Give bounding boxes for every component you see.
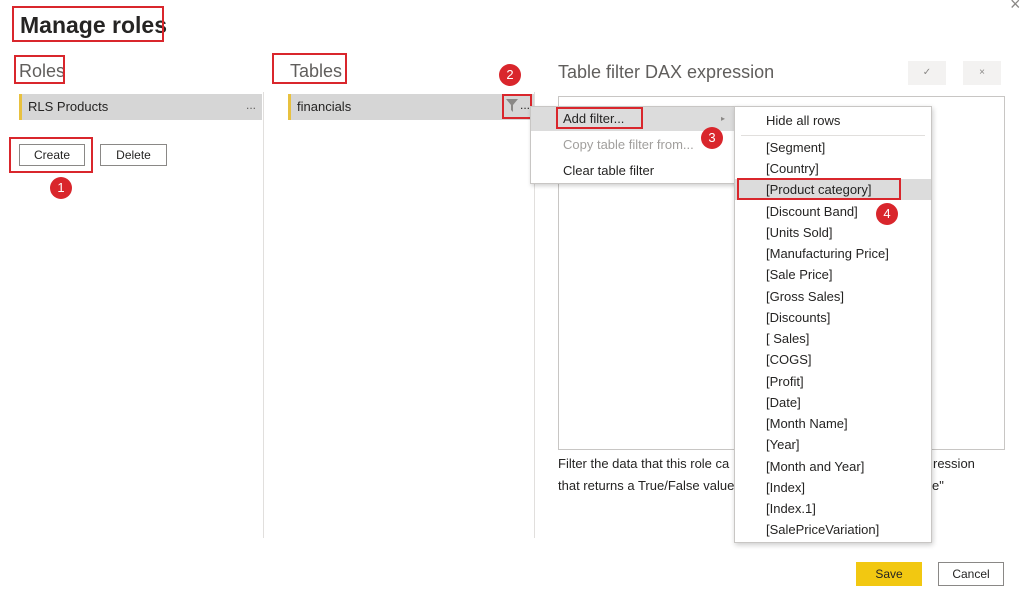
annotation-box-tables bbox=[272, 53, 347, 84]
annotation-badge-3: 3 bbox=[701, 127, 723, 149]
annotation-box-add-filter bbox=[556, 107, 643, 129]
dax-description-line2-right: e" bbox=[932, 478, 944, 493]
dax-description-line1-left: Filter the data that this role ca bbox=[558, 456, 730, 471]
submenu-item[interactable]: [Manufacturing Price] bbox=[735, 243, 931, 264]
role-item-label: RLS Products bbox=[28, 99, 109, 114]
submenu-item[interactable]: [Index] bbox=[735, 477, 931, 498]
submenu-item[interactable]: [Date] bbox=[735, 392, 931, 413]
save-button[interactable]: Save bbox=[856, 562, 922, 586]
confirm-check-icon[interactable]: ✓ bbox=[908, 61, 946, 85]
submenu-item[interactable]: [Gross Sales] bbox=[735, 286, 931, 307]
annotation-box-title bbox=[12, 6, 164, 42]
annotation-box-create bbox=[9, 137, 93, 173]
annotation-badge-4: 4 bbox=[876, 203, 898, 225]
table-item-financials[interactable]: financials bbox=[288, 94, 534, 120]
menu-item-clear-table-filter[interactable]: Clear table filter bbox=[531, 159, 737, 183]
submenu-divider bbox=[741, 135, 925, 136]
close-icon[interactable]: × bbox=[1010, 0, 1021, 15]
submenu-item[interactable]: [Units Sold] bbox=[735, 222, 931, 243]
annotation-badge-2: 2 bbox=[499, 64, 521, 86]
column-divider-1 bbox=[263, 92, 264, 538]
submenu-item[interactable]: [Month Name] bbox=[735, 413, 931, 434]
table-item-label: financials bbox=[297, 99, 352, 114]
submenu-item[interactable]: [Year] bbox=[735, 434, 931, 455]
annotation-badge-1: 1 bbox=[50, 177, 72, 199]
role-more-icon[interactable]: ... bbox=[246, 92, 256, 118]
submenu-item[interactable]: Hide all rows bbox=[735, 110, 931, 131]
submenu-item[interactable]: [Month and Year] bbox=[735, 456, 931, 477]
submenu-item[interactable]: [SalePriceVariation] bbox=[735, 519, 931, 540]
submenu-item[interactable]: [Sale Price] bbox=[735, 264, 931, 285]
submenu-item[interactable]: [ Sales] bbox=[735, 328, 931, 349]
submenu-item[interactable]: [Index.1] bbox=[735, 498, 931, 519]
submenu-item[interactable]: [Discount Band] bbox=[735, 201, 931, 222]
submenu-item[interactable]: [Profit] bbox=[735, 371, 931, 392]
dax-description-line2-left: that returns a True/False value bbox=[558, 478, 735, 493]
submenu-item[interactable]: [Country] bbox=[735, 158, 931, 179]
delete-button[interactable]: Delete bbox=[100, 144, 167, 166]
annotation-box-product-category bbox=[737, 178, 901, 200]
submenu-item[interactable]: [Discounts] bbox=[735, 307, 931, 328]
submenu-item[interactable]: [COGS] bbox=[735, 349, 931, 370]
add-filter-submenu: Hide all rows [Segment] [Country] [Produ… bbox=[734, 106, 932, 543]
dax-description-line1-right: ression bbox=[933, 456, 975, 471]
role-item-rls-products[interactable]: RLS Products ... bbox=[19, 94, 262, 120]
annotation-box-table-more bbox=[502, 94, 532, 119]
submenu-item[interactable]: [Segment] bbox=[735, 137, 931, 158]
submenu-arrow-icon: ▸ bbox=[720, 114, 725, 123]
discard-x-icon[interactable]: × bbox=[963, 61, 1001, 85]
annotation-box-roles bbox=[14, 55, 65, 84]
dax-heading: Table filter DAX expression bbox=[558, 62, 775, 82]
cancel-button[interactable]: Cancel bbox=[938, 562, 1004, 586]
